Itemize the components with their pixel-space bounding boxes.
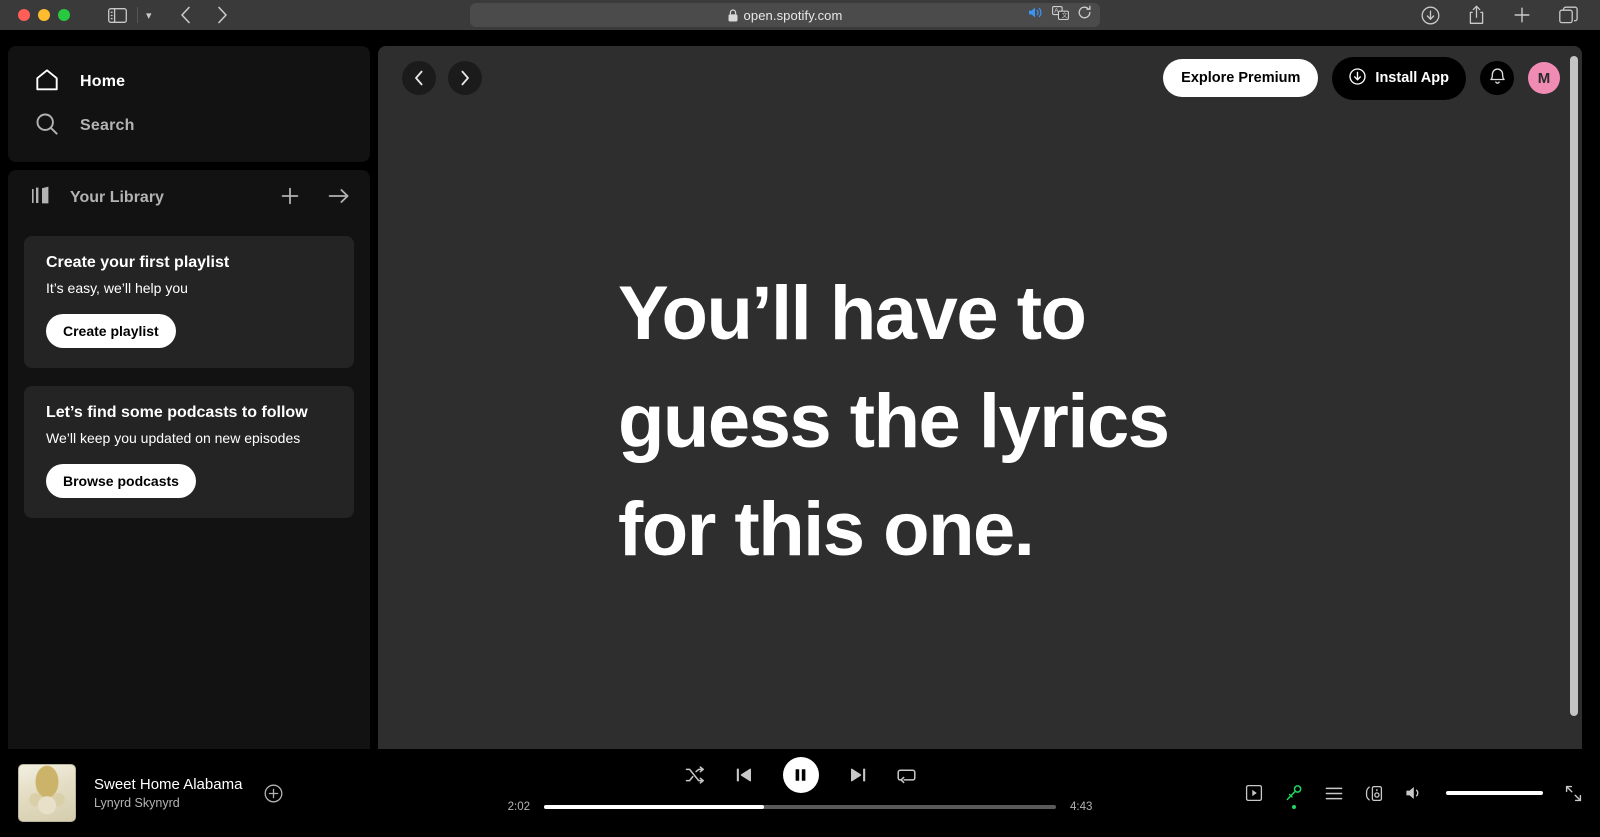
library-button[interactable]: Your Library <box>30 184 164 213</box>
content-forward-button[interactable] <box>448 61 482 95</box>
browser-toolbar: ▾ open.spotify.com A 文 <box>0 0 1600 30</box>
library-actions <box>280 186 350 211</box>
track-title[interactable]: Sweet Home Alabama <box>94 776 242 793</box>
transport-controls <box>685 757 916 793</box>
player-bar: Sweet Home Alabama Lynyrd Skynyrd 2:02 4… <box>0 749 1600 837</box>
share-icon[interactable] <box>1468 5 1485 25</box>
time-total: 4:43 <box>1070 801 1093 813</box>
sidebar-item-home[interactable]: Home <box>8 60 370 104</box>
promo-card-browse-podcasts: Let’s find some podcasts to follow We’ll… <box>24 386 354 518</box>
track-artist[interactable]: Lynyrd Skynyrd <box>94 796 242 810</box>
minimize-window-button[interactable] <box>38 9 50 21</box>
player-right-controls <box>1245 749 1582 837</box>
lyric-line: guess the lyrics <box>618 378 1170 464</box>
promo-subtitle: We’ll keep you updated on new episodes <box>46 430 301 446</box>
browser-back-button[interactable] <box>180 6 191 24</box>
library-header: Your Library <box>8 170 370 226</box>
sidebar-library-card: Your Library Create your first playlist … <box>8 170 370 758</box>
download-circle-icon[interactable] <box>1421 6 1440 25</box>
address-bar[interactable]: open.spotify.com A 文 <box>470 3 1100 27</box>
album-art[interactable] <box>18 764 76 822</box>
time-elapsed: 2:02 <box>507 801 530 813</box>
queue-button[interactable] <box>1325 786 1343 801</box>
now-playing-view-button[interactable] <box>1245 784 1263 802</box>
sidebar-nav-card: Home Search <box>8 46 370 162</box>
home-icon <box>34 67 60 98</box>
next-track-button[interactable] <box>849 766 867 784</box>
zoom-window-button[interactable] <box>58 9 70 21</box>
add-to-library-button[interactable] <box>264 784 283 803</box>
sidebar-toggle-icon[interactable] <box>108 7 127 23</box>
library-title: Your Library <box>70 189 164 206</box>
speaker-playing-icon[interactable] <box>1028 6 1044 24</box>
spotify-web-player: Home Search Your Library Create your fir… <box>0 30 1600 837</box>
address-bar-icons: A 文 <box>1028 3 1092 27</box>
explore-premium-button[interactable]: Explore Premium <box>1163 59 1319 97</box>
progress-slider[interactable] <box>544 805 1056 809</box>
search-icon <box>34 111 60 142</box>
address-bar-url: open.spotify.com <box>743 7 843 23</box>
install-app-button[interactable]: Install App <box>1332 56 1466 100</box>
lyrics-microphone-button[interactable] <box>1285 784 1303 809</box>
browse-podcasts-button[interactable]: Browse podcasts <box>46 464 196 498</box>
connect-to-device-button[interactable] <box>1365 785 1383 802</box>
volume-button[interactable] <box>1405 785 1424 801</box>
lyric-line: You’ll have to <box>618 271 1087 356</box>
main-scrollbar[interactable] <box>1570 56 1578 746</box>
sidebar: Home Search Your Library Create your fir… <box>8 46 370 758</box>
browser-forward-button[interactable] <box>217 6 228 24</box>
chevron-down-icon[interactable]: ▾ <box>146 9 152 22</box>
download-circle-icon <box>1349 67 1367 89</box>
browser-toolbar-right <box>1421 0 1578 30</box>
active-indicator-dot <box>1292 805 1296 809</box>
main-content: Explore Premium Install App M You’ll hav… <box>378 46 1582 758</box>
main-header: Explore Premium Install App M <box>378 46 1582 110</box>
plus-icon[interactable] <box>280 186 300 211</box>
track-meta: Sweet Home Alabama Lynyrd Skynyrd <box>94 776 242 810</box>
progress-row: 2:02 4:43 <box>500 801 1100 813</box>
tab-overview-icon[interactable] <box>1559 6 1578 24</box>
previous-track-button[interactable] <box>735 766 753 784</box>
lyric-line: for this one. <box>618 486 1035 572</box>
promo-title: Create your first playlist <box>46 254 230 271</box>
reload-icon[interactable] <box>1077 5 1092 25</box>
svg-text:A: A <box>1054 8 1058 14</box>
close-window-button[interactable] <box>18 9 30 21</box>
lyrics-panel: You’ll have to guess the lyrics for this… <box>378 110 1582 758</box>
scrollbar-thumb[interactable] <box>1570 56 1578 716</box>
window-traffic-lights <box>18 9 70 21</box>
user-avatar[interactable]: M <box>1528 62 1560 94</box>
content-back-button[interactable] <box>402 61 436 95</box>
header-actions: Explore Premium Install App M <box>1163 56 1560 100</box>
library-icon <box>30 184 54 213</box>
sidebar-item-home-label: Home <box>80 73 126 90</box>
bell-icon <box>1489 67 1506 90</box>
sidebar-item-search-label: Search <box>80 117 135 134</box>
toolbar-divider <box>137 7 138 23</box>
player-controls: 2:02 4:43 <box>430 757 1170 813</box>
now-playing-info: Sweet Home Alabama Lynyrd Skynyrd <box>0 764 420 822</box>
sidebar-item-search[interactable]: Search <box>8 104 370 148</box>
install-app-label: Install App <box>1375 70 1449 86</box>
translate-icon[interactable]: A 文 <box>1052 5 1069 25</box>
lock-icon <box>728 8 738 22</box>
repeat-button[interactable] <box>896 766 916 784</box>
progress-fill <box>544 805 765 809</box>
svg-text:文: 文 <box>1062 11 1068 19</box>
promo-card-create-playlist: Create your first playlist It’s easy, we… <box>24 236 354 368</box>
pause-button[interactable] <box>782 757 819 793</box>
arrow-right-icon[interactable] <box>328 186 350 211</box>
fullscreen-button[interactable] <box>1565 785 1582 802</box>
promo-title: Let’s find some podcasts to follow <box>46 404 308 421</box>
notifications-button[interactable] <box>1480 61 1514 95</box>
volume-slider[interactable] <box>1446 791 1543 795</box>
shuffle-button[interactable] <box>685 766 705 784</box>
promo-subtitle: It’s easy, we’ll help you <box>46 280 188 296</box>
create-playlist-button[interactable]: Create playlist <box>46 314 176 348</box>
new-tab-plus-icon[interactable] <box>1513 6 1531 24</box>
